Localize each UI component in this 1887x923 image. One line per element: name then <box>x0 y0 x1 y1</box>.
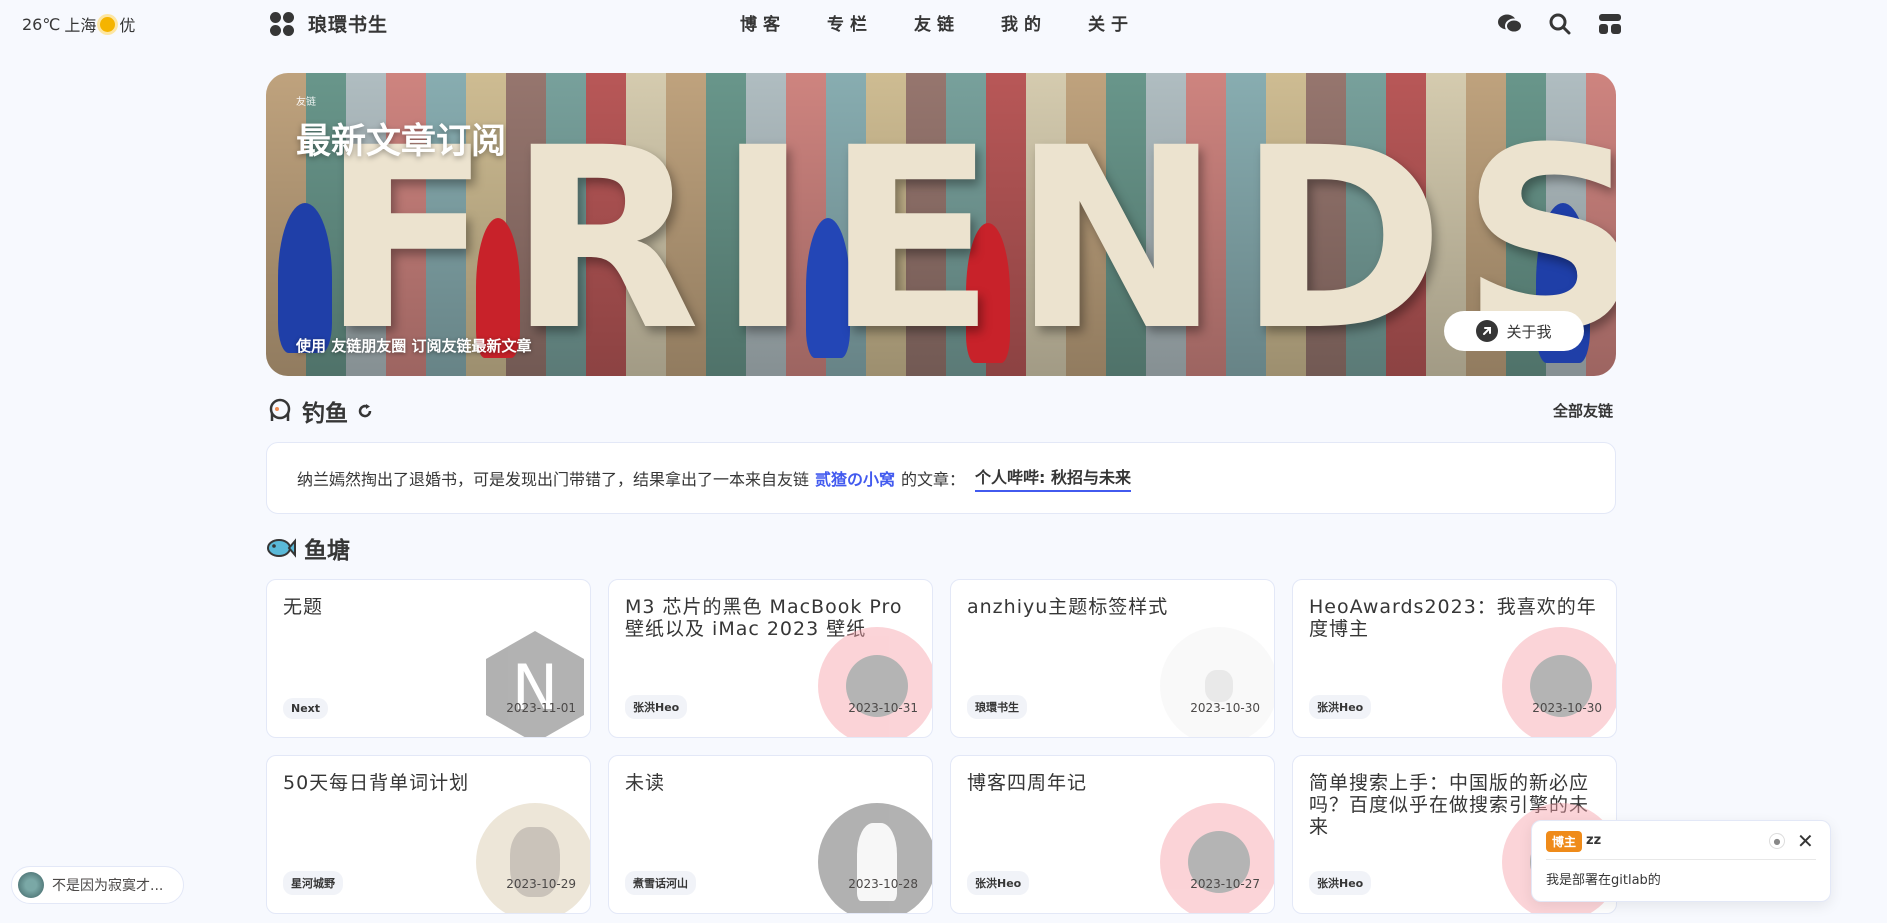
post-author[interactable]: 琅環书生 <box>967 695 1027 719</box>
brand-name: 琅環书生 <box>308 14 389 36</box>
music-player[interactable]: 不是因为寂寞才... <box>11 866 184 904</box>
popup-message: 我是部署在gitlab的 <box>1546 873 1661 888</box>
post-card[interactable]: 无题 N Next 2023-11-01 <box>266 579 591 738</box>
post-title: 博客四周年记 <box>967 772 1088 794</box>
banner-tag: 友链 <box>296 97 316 108</box>
fishing-icon <box>269 398 291 421</box>
main-nav: 博客 专栏 友链 我的 关于 <box>740 10 1138 35</box>
popup-username: zz <box>1586 833 1602 848</box>
chat-icon[interactable] <box>1496 10 1524 38</box>
banner-title: 最新文章订阅 <box>296 122 507 162</box>
post-title: anzhiyu主题标签样式 <box>967 596 1169 618</box>
music-title: 不是因为寂寞才... <box>52 878 164 894</box>
nav-item-friends[interactable]: 友链 <box>914 10 964 35</box>
weather-city: 上海 <box>64 16 97 35</box>
header-actions <box>1496 10 1624 38</box>
menu-icon[interactable] <box>1596 10 1624 38</box>
pond-header: 鱼塘 <box>266 531 350 565</box>
post-card[interactable]: HeoAwards2023：我喜欢的年度博主 张洪Heo 2023-10-30 <box>1292 579 1617 738</box>
fish-icon <box>267 538 296 558</box>
refresh-icon[interactable] <box>356 402 374 420</box>
post-author[interactable]: 煮雪话河山 <box>625 871 696 895</box>
post-date: 2023-10-31 <box>848 701 918 715</box>
comment-popup: 博主 zz ● ✕ 我是部署在gitlab的 <box>1531 820 1831 902</box>
pond-title: 鱼塘 <box>304 538 350 564</box>
popup-divider <box>1546 859 1816 860</box>
post-grid: 无题 N Next 2023-11-01 M3 芯片的黑色 MacBook Pr… <box>266 579 1617 914</box>
article-link[interactable]: 个人哔哔: 秋招与未来 <box>975 464 1132 492</box>
post-date: 2023-10-27 <box>1190 877 1260 891</box>
author-avatar <box>818 803 932 913</box>
post-date: 2023-10-30 <box>1532 701 1602 715</box>
popup-dot-icon: ● <box>1769 833 1785 849</box>
friends-banner: FRIENDS 友链 最新文章订阅 使用 友链朋友圈 订阅友链最新文章 关于我 <box>266 73 1616 376</box>
fishing-header: 钓鱼 <box>266 394 374 428</box>
fishing-title: 钓鱼 <box>302 401 348 427</box>
post-author[interactable]: Next <box>283 698 329 719</box>
banner-word: FRIENDS <box>321 94 1616 376</box>
post-card[interactable]: M3 芯片的黑色 MacBook Pro 壁纸以及 iMac 2023 壁纸 张… <box>608 579 933 738</box>
post-author[interactable]: 张洪Heo <box>967 871 1030 895</box>
nav-item-mine[interactable]: 我的 <box>1001 10 1051 35</box>
author-avatar <box>1160 803 1274 913</box>
blogger-badge: 博主 <box>1546 831 1583 852</box>
author-avatar <box>818 627 932 737</box>
friend-link[interactable]: 贰猹の小窝 <box>815 466 895 490</box>
post-date: 2023-10-30 <box>1190 701 1260 715</box>
nav-item-blog[interactable]: 博客 <box>740 10 790 35</box>
post-author[interactable]: 星河城野 <box>283 871 343 895</box>
banner-description: 使用 友链朋友圈 订阅友链最新文章 <box>296 337 532 355</box>
post-author[interactable]: 张洪Heo <box>1309 695 1372 719</box>
album-cover <box>18 872 44 898</box>
post-author[interactable]: 张洪Heo <box>1309 871 1372 895</box>
post-card[interactable]: 博客四周年记 张洪Heo 2023-10-27 <box>950 755 1275 914</box>
post-title: 50天每日背单词计划 <box>283 772 470 794</box>
post-date: 2023-11-01 <box>506 701 576 715</box>
close-icon[interactable]: ✕ <box>1797 829 1814 853</box>
author-avatar <box>476 803 590 913</box>
author-avatar <box>1502 627 1616 737</box>
post-author[interactable]: 张洪Heo <box>625 695 688 719</box>
logo-icon <box>270 11 294 36</box>
about-me-label: 关于我 <box>1506 322 1552 341</box>
post-card[interactable]: anzhiyu主题标签样式 琅環书生 2023-10-30 <box>950 579 1275 738</box>
brand-link[interactable]: 琅環书生 <box>270 10 388 37</box>
next-logo-icon: N <box>476 627 590 737</box>
post-card[interactable]: 50天每日背单词计划 星河城野 2023-10-29 <box>266 755 591 914</box>
post-title: 无题 <box>283 596 324 618</box>
search-icon[interactable] <box>1546 10 1574 38</box>
all-links-link[interactable]: 全部友链 <box>1553 400 1613 421</box>
about-me-button[interactable]: 关于我 <box>1444 311 1584 351</box>
weather-quality: 优 <box>119 16 136 35</box>
fishing-text-mid: 的文章： <box>901 470 966 489</box>
fishing-card: 纳兰嫣然掏出了退婚书，可是发现出门带错了，结果拿出了一本来自友链 贰猹の小窝 的… <box>266 442 1616 514</box>
post-date: 2023-10-28 <box>848 877 918 891</box>
nav-item-column[interactable]: 专栏 <box>827 10 877 35</box>
author-avatar <box>1160 627 1274 737</box>
post-title: 未读 <box>625 772 666 794</box>
nav-item-about[interactable]: 关于 <box>1088 10 1138 35</box>
post-card[interactable]: 未读 煮雪话河山 2023-10-28 <box>608 755 933 914</box>
sun-icon <box>100 16 116 32</box>
weather-widget: 26℃ 上海 优 <box>22 12 135 36</box>
fishing-text: 纳兰嫣然掏出了退婚书，可是发现出门带错了，结果拿出了一本来自友链 <box>297 470 810 489</box>
post-date: 2023-10-29 <box>506 877 576 891</box>
weather-temp: 26℃ <box>22 14 61 34</box>
arrow-up-right-icon <box>1476 320 1499 342</box>
